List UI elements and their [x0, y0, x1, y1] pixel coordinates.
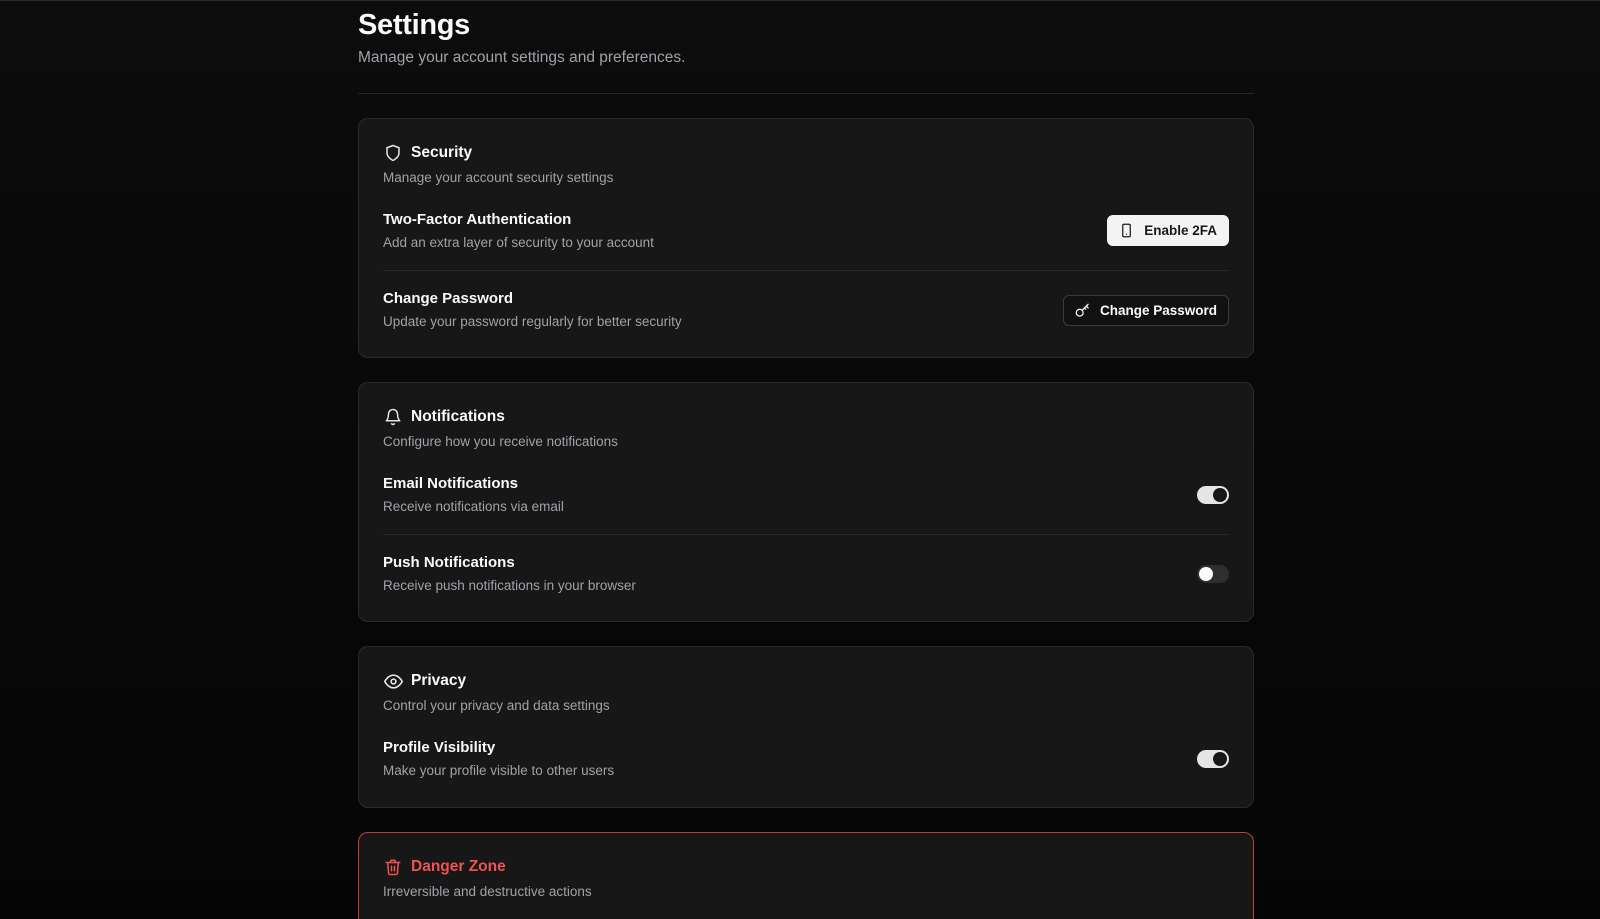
privacy-card-description: Control your privacy and data settings [383, 698, 610, 713]
push-notifications-title: Push Notifications [383, 554, 515, 571]
notifications-card-description: Configure how you receive notifications [383, 434, 618, 449]
change-password-text: Change Password Update your password reg… [383, 289, 682, 331]
notifications-card-title: Notifications [411, 408, 505, 425]
push-notifications-toggle[interactable] [1197, 565, 1229, 583]
page-title: Settings [358, 9, 470, 41]
page-subtitle: Manage your account settings and prefere… [358, 49, 686, 66]
settings-page: Settings Manage your account settings an… [358, 7, 1254, 919]
two-factor-description: Add an extra layer of security to your a… [383, 234, 654, 250]
email-notifications-row: Email Notifications Receive notification… [383, 455, 1229, 535]
email-notifications-title: Email Notifications [383, 474, 519, 492]
danger-zone-card: Danger Zone Irreversible and destructive… [358, 832, 1254, 919]
two-factor-text: Two-Factor Authentication Add an extra l… [383, 210, 654, 252]
smartphone-icon [1119, 223, 1134, 238]
two-factor-row: Two-Factor Authentication Add an extra l… [383, 191, 1229, 271]
profile-visibility-title: Profile Visibility [383, 738, 496, 756]
danger-zone-description: Irreversible and destructive actions [383, 884, 592, 899]
enable-2fa-label: Enable 2FA [1144, 223, 1217, 238]
privacy-card-header: Privacy [383, 670, 1229, 692]
two-factor-title: Two-Factor Authentication [383, 210, 572, 228]
bell-icon [383, 407, 403, 427]
email-notifications-toggle[interactable] [1197, 485, 1229, 504]
header-divider [358, 93, 1254, 94]
email-notifications-text: Email Notifications Receive notification… [383, 474, 564, 516]
change-password-title: Change Password [383, 290, 514, 307]
push-notifications-text: Push Notifications Receive push notifica… [383, 553, 636, 595]
change-password-row: Change Password Update your password reg… [383, 271, 1229, 349]
security-card-description: Manage your account security settings [383, 170, 614, 185]
privacy-card: Privacy Control your privacy and data se… [358, 646, 1254, 808]
trash-icon [383, 857, 403, 877]
notifications-card-header: Notifications [383, 406, 1229, 428]
danger-zone-title: Danger Zone [411, 858, 506, 875]
change-password-button[interactable]: Change Password [1062, 294, 1229, 326]
profile-visibility-toggle[interactable] [1197, 749, 1229, 768]
security-card-header: Security [383, 142, 1229, 164]
profile-visibility-text: Profile Visibility Make your profile vis… [383, 738, 614, 780]
change-password-description: Update your password regularly for bette… [383, 314, 682, 329]
email-notifications-description: Receive notifications via email [383, 498, 564, 514]
profile-visibility-row: Profile Visibility Make your profile vis… [383, 719, 1229, 798]
push-notifications-row: Push Notifications Receive push notifica… [383, 535, 1229, 613]
push-notifications-description: Receive push notifications in your brows… [383, 578, 636, 593]
toggle-knob [1199, 567, 1213, 581]
security-card: Security Manage your account security se… [358, 118, 1254, 358]
profile-visibility-description: Make your profile visible to other users [383, 762, 615, 778]
key-icon [1075, 303, 1090, 318]
enable-2fa-button[interactable]: Enable 2FA [1107, 215, 1229, 246]
notifications-card: Notifications Configure how you receive … [358, 382, 1254, 622]
security-card-title: Security [411, 144, 473, 161]
change-password-label: Change Password [1099, 302, 1217, 318]
danger-zone-header: Danger Zone [383, 856, 1229, 878]
toggle-knob [1213, 487, 1227, 502]
eye-icon [383, 671, 403, 691]
shield-icon [383, 143, 403, 163]
toggle-knob [1213, 751, 1227, 766]
privacy-card-title: Privacy [411, 672, 467, 689]
